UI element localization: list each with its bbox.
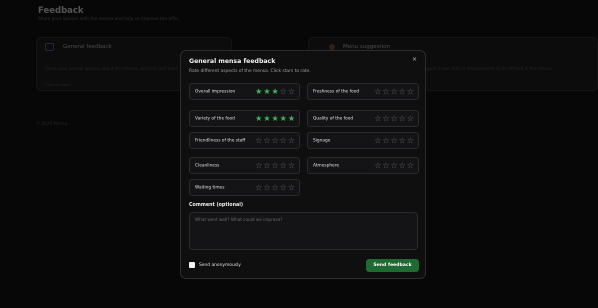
star-rating: ☆ ☆ ☆ ☆ ☆ <box>374 136 414 145</box>
star-rating: ☆ ☆ ☆ ☆ ☆ <box>255 161 295 170</box>
star-icon[interactable]: ☆ <box>399 136 406 145</box>
star-icon[interactable]: ★ <box>280 114 287 123</box>
rating-item: Freshness of the food ☆ ☆ ☆ ☆ ☆ <box>307 83 419 100</box>
star-icon[interactable]: ☆ <box>399 114 406 123</box>
star-icon[interactable]: ☆ <box>288 161 295 170</box>
rating-label: Quality of the food <box>313 115 354 121</box>
rating-item: Variety of the food ★ ★ ★ ★ ★ <box>189 110 300 127</box>
rating-label: Signage <box>313 137 331 143</box>
rating-label: Friendliness of the staff <box>195 137 246 143</box>
star-icon[interactable]: ☆ <box>374 87 381 96</box>
rating-label: Waiting times <box>195 184 225 190</box>
star-icon[interactable]: ☆ <box>263 161 270 170</box>
star-icon[interactable]: ☆ <box>390 114 397 123</box>
star-icon[interactable]: ☆ <box>288 136 295 145</box>
star-icon[interactable]: ☆ <box>271 136 278 145</box>
star-icon[interactable]: ★ <box>255 87 262 96</box>
close-icon[interactable]: × <box>412 56 417 63</box>
anonymous-label: Send anonymously <box>199 262 241 268</box>
star-icon[interactable]: ☆ <box>390 161 397 170</box>
star-icon[interactable]: ☆ <box>399 87 406 96</box>
star-icon[interactable]: ☆ <box>382 161 389 170</box>
star-icon[interactable]: ☆ <box>280 136 287 145</box>
star-icon[interactable]: ☆ <box>288 183 295 192</box>
rating-item: Atmosphere ☆ ☆ ☆ ☆ ☆ <box>307 157 419 174</box>
star-icon[interactable]: ☆ <box>271 183 278 192</box>
star-icon[interactable]: ☆ <box>280 161 287 170</box>
rating-item: Signage ☆ ☆ ☆ ☆ ☆ <box>307 132 419 149</box>
rating-label: Overall impression <box>195 88 236 94</box>
comment-field[interactable] <box>189 212 418 250</box>
star-icon[interactable]: ☆ <box>407 136 414 145</box>
star-icon[interactable]: ☆ <box>288 87 295 96</box>
star-icon[interactable]: ★ <box>271 87 278 96</box>
star-icon[interactable]: ☆ <box>382 136 389 145</box>
star-icon[interactable]: ☆ <box>255 161 262 170</box>
anonymous-toggle[interactable]: Send anonymously <box>189 262 241 268</box>
star-rating: ★ ★ ★ ★ ★ <box>255 114 295 123</box>
star-icon[interactable]: ☆ <box>399 161 406 170</box>
star-icon[interactable]: ☆ <box>280 87 287 96</box>
star-icon[interactable]: ☆ <box>374 136 381 145</box>
rating-item: Friendliness of the staff ☆ ☆ ☆ ☆ ☆ <box>189 132 300 149</box>
star-rating: ☆ ☆ ☆ ☆ ☆ <box>374 87 414 96</box>
star-icon[interactable]: ★ <box>288 114 295 123</box>
modal-title: General mensa feedback <box>189 58 276 65</box>
star-icon[interactable]: ☆ <box>407 87 414 96</box>
rating-item: Waiting times ☆ ☆ ☆ ☆ ☆ <box>189 179 300 196</box>
star-icon[interactable]: ☆ <box>280 183 287 192</box>
star-icon[interactable]: ☆ <box>390 87 397 96</box>
rating-label: Atmosphere <box>313 162 340 168</box>
star-icon[interactable]: ☆ <box>407 161 414 170</box>
rating-item: Cleanliness ☆ ☆ ☆ ☆ ☆ <box>189 157 300 174</box>
star-icon[interactable]: ☆ <box>263 136 270 145</box>
star-icon[interactable]: ☆ <box>390 136 397 145</box>
star-rating: ☆ ☆ ☆ ☆ ☆ <box>255 183 295 192</box>
star-rating: ☆ ☆ ☆ ☆ ☆ <box>374 114 414 123</box>
star-icon[interactable]: ☆ <box>255 136 262 145</box>
star-icon[interactable]: ☆ <box>382 114 389 123</box>
star-icon[interactable]: ★ <box>263 114 270 123</box>
star-icon[interactable]: ☆ <box>263 183 270 192</box>
rating-label: Variety of the food <box>195 115 235 121</box>
rating-item: Overall impression ★ ★ ★ ☆ ☆ <box>189 83 300 100</box>
star-icon[interactable]: ☆ <box>374 114 381 123</box>
send-feedback-button[interactable]: Send feedback <box>366 259 419 272</box>
star-icon[interactable]: ☆ <box>382 87 389 96</box>
star-icon[interactable]: ★ <box>263 87 270 96</box>
star-rating: ★ ★ ★ ☆ ☆ <box>255 87 295 96</box>
star-rating: ☆ ☆ ☆ ☆ ☆ <box>374 161 414 170</box>
star-icon[interactable]: ★ <box>255 114 262 123</box>
star-icon[interactable]: ☆ <box>255 183 262 192</box>
feedback-modal: General mensa feedback Rate different as… <box>180 50 426 279</box>
anonymous-checkbox[interactable] <box>189 262 195 268</box>
star-icon[interactable]: ☆ <box>374 161 381 170</box>
star-icon[interactable]: ☆ <box>407 114 414 123</box>
modal-subtitle: Rate different aspects of the mensa. Cli… <box>189 69 311 74</box>
rating-item: Quality of the food ☆ ☆ ☆ ☆ ☆ <box>307 110 419 127</box>
comment-label: Comment (optional) <box>189 203 244 208</box>
star-icon[interactable]: ★ <box>271 114 278 123</box>
star-rating: ☆ ☆ ☆ ☆ ☆ <box>255 136 295 145</box>
rating-label: Cleanliness <box>195 162 220 168</box>
rating-label: Freshness of the food <box>313 88 360 94</box>
star-icon[interactable]: ☆ <box>271 161 278 170</box>
